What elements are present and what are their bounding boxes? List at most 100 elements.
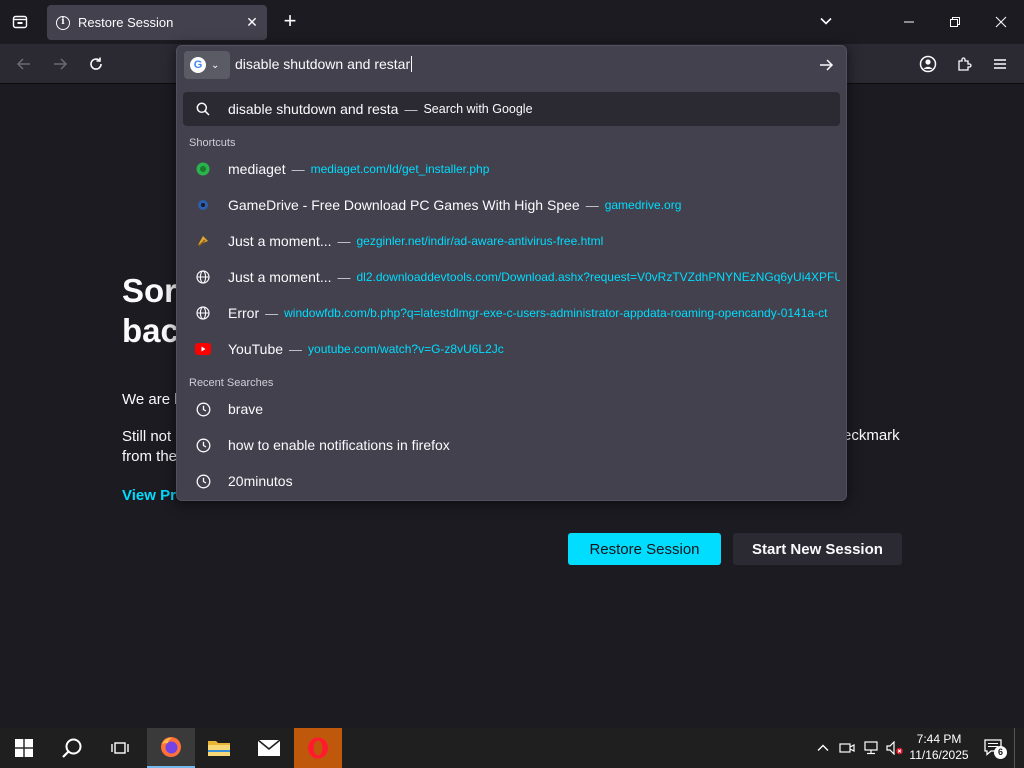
taskbar-opera[interactable] bbox=[294, 728, 342, 768]
search-icon bbox=[62, 738, 82, 758]
result-title: YouTube bbox=[228, 341, 284, 357]
start-new-session-button[interactable]: Start New Session bbox=[733, 533, 902, 565]
mediaget-favicon-icon bbox=[195, 161, 211, 177]
tab-strip: i Restore Session ✕ + bbox=[0, 0, 1024, 44]
result-title: disable shutdown and resta bbox=[228, 101, 399, 117]
volume-button[interactable] bbox=[884, 728, 906, 768]
minimize-icon bbox=[904, 21, 914, 23]
result-title: 20minutos bbox=[228, 473, 293, 489]
reload-button[interactable] bbox=[82, 50, 110, 78]
group-label-shortcuts: Shortcuts bbox=[189, 137, 236, 149]
account-icon bbox=[919, 55, 937, 73]
list-item[interactable]: GameDrive - Free Download PC Games With … bbox=[183, 188, 840, 222]
back-button[interactable] bbox=[10, 50, 38, 78]
heuristic-search-result[interactable]: disable shutdown and resta — Search with… bbox=[183, 92, 840, 126]
firefox-window: i Restore Session ✕ + Sorr bac We are h … bbox=[0, 0, 1024, 768]
list-all-tabs-button[interactable] bbox=[815, 10, 837, 32]
windows-taskbar: 7:44 PM 11/16/2025 6 bbox=[0, 728, 1024, 768]
result-title: Just a moment... bbox=[228, 269, 332, 285]
app-menu-button[interactable] bbox=[986, 50, 1014, 78]
show-hidden-icons-button[interactable] bbox=[812, 728, 834, 768]
history-clock-icon bbox=[195, 437, 211, 453]
help-text: Still not from the bbox=[122, 427, 177, 467]
firefox-icon bbox=[161, 737, 181, 757]
chevron-down-icon: ⌄ bbox=[211, 59, 220, 71]
result-separator: — bbox=[404, 101, 418, 117]
urlbar-input[interactable]: disable shutdown and restar bbox=[235, 56, 413, 72]
restore-button[interactable] bbox=[941, 8, 969, 36]
forward-button[interactable] bbox=[46, 50, 74, 78]
result-separator: — bbox=[585, 197, 599, 213]
folder-icon bbox=[208, 741, 230, 756]
result-title: Error bbox=[228, 305, 260, 321]
start-new-session-label: Start New Session bbox=[752, 540, 883, 558]
account-button[interactable] bbox=[914, 50, 942, 78]
restore-session-button[interactable]: Restore Session bbox=[568, 533, 721, 565]
start-button[interactable] bbox=[0, 728, 48, 768]
urlbar-popup: G ⌄ disable shutdown and restar disable … bbox=[176, 45, 847, 501]
taskbar-file-explorer[interactable] bbox=[195, 728, 243, 768]
list-item[interactable]: Just a moment... — gezginler.net/indir/a… bbox=[183, 224, 840, 258]
meet-now-button[interactable] bbox=[836, 728, 858, 768]
extensions-button[interactable] bbox=[950, 50, 978, 78]
result-url: gamedrive.org bbox=[604, 198, 682, 212]
text-caret bbox=[411, 56, 413, 72]
chevron-up-icon bbox=[817, 744, 829, 751]
camera-icon bbox=[839, 743, 855, 753]
search-engine-button[interactable]: G ⌄ bbox=[184, 51, 230, 79]
go-button[interactable] bbox=[815, 54, 837, 76]
volume-muted-icon bbox=[886, 741, 903, 755]
urlbar-input-text: disable shutdown and restar bbox=[235, 56, 411, 72]
taskbar-mail[interactable] bbox=[245, 728, 293, 768]
result-action: Search with Google bbox=[423, 102, 533, 116]
close-window-button[interactable] bbox=[987, 8, 1015, 36]
network-button[interactable] bbox=[860, 728, 882, 768]
gezginler-favicon-icon bbox=[195, 233, 211, 249]
result-separator: — bbox=[337, 269, 351, 285]
list-item[interactable]: brave bbox=[183, 392, 840, 426]
firefox-view-button[interactable] bbox=[6, 8, 34, 36]
result-title: brave bbox=[228, 401, 264, 417]
list-item[interactable]: YouTube — youtube.com/watch?v=G-z8vU6L2J… bbox=[183, 332, 840, 366]
globe-icon bbox=[195, 305, 211, 321]
show-desktop-button[interactable] bbox=[1014, 728, 1024, 768]
result-separator: — bbox=[265, 305, 279, 321]
forward-arrow-icon bbox=[54, 58, 68, 70]
windows-logo-icon bbox=[15, 739, 33, 757]
google-icon: G bbox=[190, 57, 206, 73]
result-title: GameDrive - Free Download PC Games With … bbox=[228, 197, 580, 213]
view-previous-tabs-link[interactable]: View Pre bbox=[122, 487, 184, 504]
task-view-icon bbox=[111, 742, 129, 754]
firefox-view-icon bbox=[12, 15, 28, 29]
action-center-button[interactable]: 6 bbox=[980, 728, 1008, 768]
result-title: how to enable notifications in firefox bbox=[228, 437, 450, 453]
task-view-button[interactable] bbox=[96, 728, 144, 768]
intro-text: We are h bbox=[122, 391, 183, 408]
opera-icon bbox=[308, 737, 328, 759]
list-item[interactable]: Just a moment... — dl2.downloaddevtools.… bbox=[183, 260, 840, 294]
back-arrow-icon bbox=[16, 58, 30, 70]
history-clock-icon bbox=[195, 473, 211, 489]
clock-time: 7:44 PM bbox=[916, 732, 962, 746]
notification-count-badge: 6 bbox=[994, 746, 1007, 759]
result-url: gezginler.net/indir/ad-aware-antivirus-f… bbox=[356, 234, 604, 248]
result-title: mediaget bbox=[228, 161, 286, 177]
taskbar-clock[interactable]: 7:44 PM 11/16/2025 bbox=[906, 731, 972, 763]
urlbar-input-row: G ⌄ disable shutdown and restar bbox=[177, 46, 846, 84]
tab-restore-session[interactable]: i Restore Session ✕ bbox=[47, 5, 267, 40]
list-item[interactable]: how to enable notifications in firefox bbox=[183, 428, 840, 462]
network-icon bbox=[864, 741, 878, 755]
search-button[interactable] bbox=[48, 728, 96, 768]
result-separator: — bbox=[289, 341, 303, 357]
list-item[interactable]: Error — windowfdb.com/b.php?q=latestdlmg… bbox=[183, 296, 840, 330]
result-separator: — bbox=[291, 161, 305, 177]
close-icon bbox=[995, 16, 1007, 28]
new-tab-button[interactable]: + bbox=[278, 10, 302, 34]
list-item[interactable]: 20minutos bbox=[183, 464, 840, 498]
taskbar-firefox[interactable] bbox=[147, 728, 195, 768]
result-url: dl2.downloaddevtools.com/Download.ashx?r… bbox=[356, 270, 840, 284]
clock-date: 11/16/2025 bbox=[909, 748, 969, 762]
list-item[interactable]: mediaget — mediaget.com/ld/get_installer… bbox=[183, 152, 840, 186]
close-tab-icon[interactable]: ✕ bbox=[241, 12, 263, 34]
minimize-button[interactable] bbox=[895, 8, 923, 36]
